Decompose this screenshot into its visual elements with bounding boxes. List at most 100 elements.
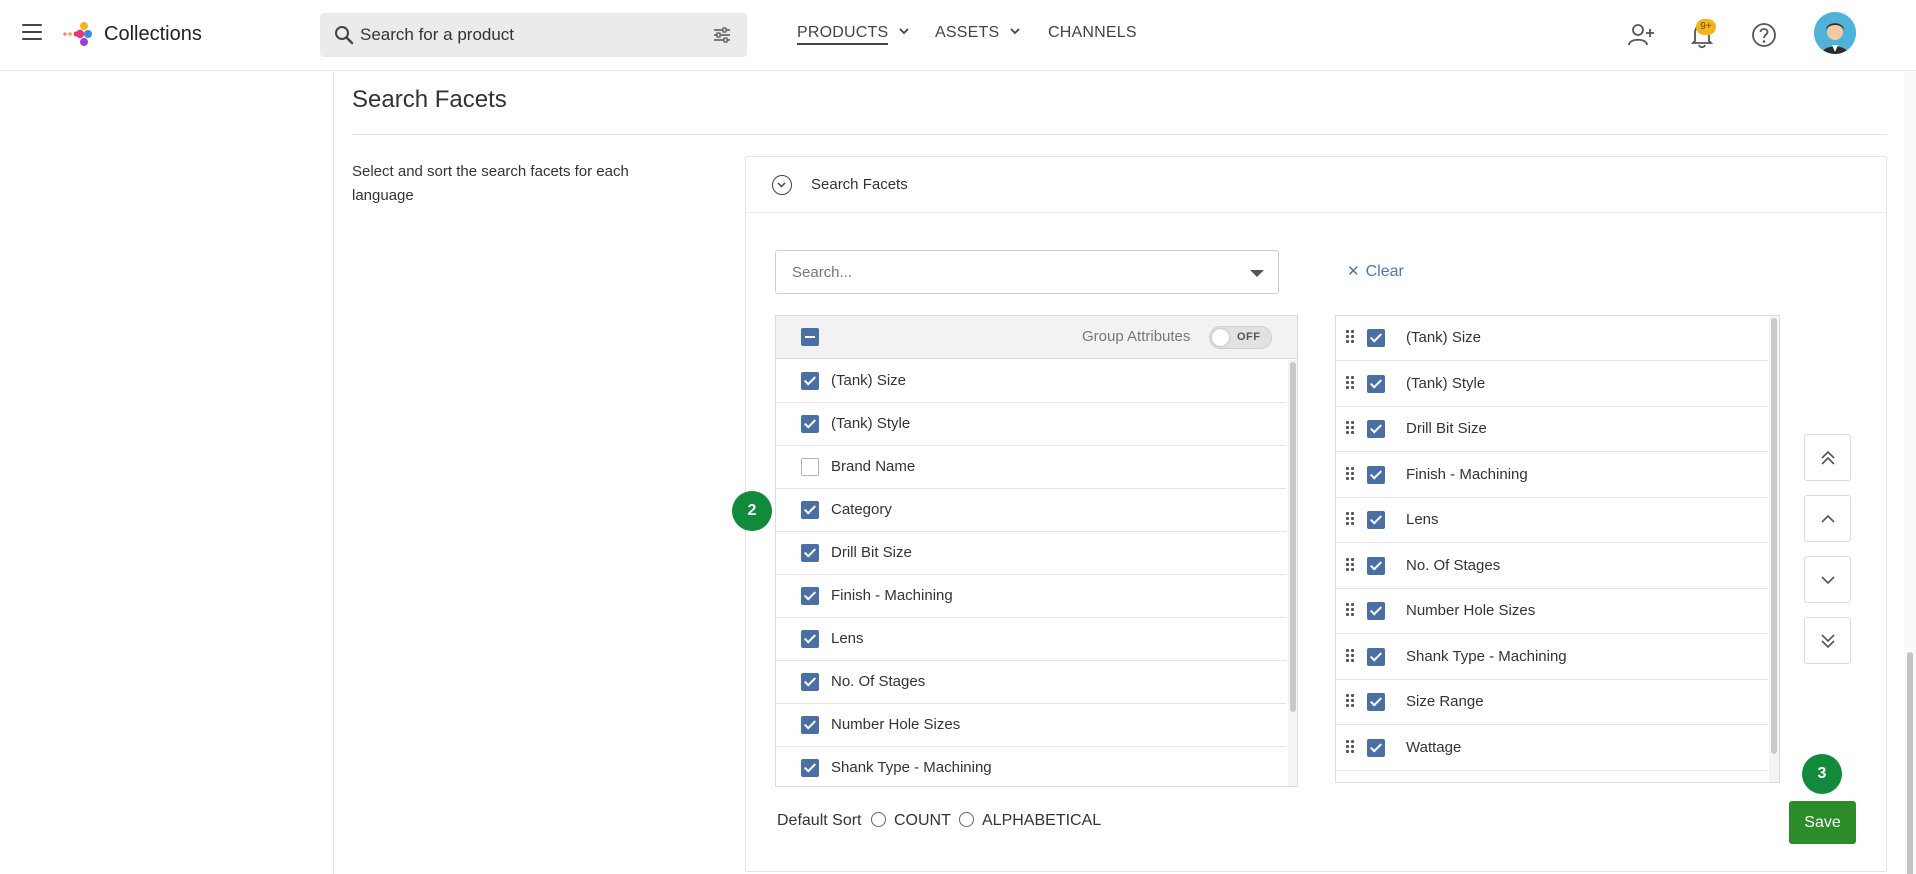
facet-row[interactable]: Category <box>776 489 1286 532</box>
move-down-button[interactable] <box>1804 556 1851 603</box>
notification-badge: 9+ <box>1696 19 1716 35</box>
facet-checkbox[interactable] <box>801 673 819 691</box>
avatar[interactable] <box>1814 12 1856 54</box>
selected-facet-checkbox[interactable] <box>1367 511 1385 529</box>
nav-channels[interactable]: CHANNELS <box>1048 24 1137 42</box>
selected-facet-checkbox[interactable] <box>1367 329 1385 347</box>
section-divider <box>352 134 1887 135</box>
facet-checkbox[interactable] <box>801 544 819 562</box>
top-bar: Collections Search for a product PRODUCT… <box>0 0 1916 71</box>
logo-icon <box>63 22 92 46</box>
selected-facet-label: Number Hole Sizes <box>1406 602 1536 619</box>
facet-row[interactable]: Finish - Machining <box>776 575 1286 618</box>
chevron-down-icon <box>899 28 909 35</box>
scrollbar-thumb[interactable] <box>1907 652 1913 874</box>
facet-search-dropdown[interactable]: Search... <box>775 250 1279 294</box>
selected-facet-row[interactable]: Drill Bit Size <box>1336 407 1768 452</box>
available-facets-scrollbar[interactable] <box>1288 360 1297 786</box>
default-sort-label: Default Sort <box>777 812 862 829</box>
facet-label: Category <box>831 501 892 518</box>
selected-facet-checkbox[interactable] <box>1367 647 1385 666</box>
collapse-chevron-icon[interactable] <box>772 175 792 195</box>
drag-handle-icon[interactable] <box>1346 512 1356 528</box>
selected-facet-row[interactable] <box>1336 771 1768 782</box>
selected-facet-row[interactable]: Wattage <box>1336 726 1768 771</box>
selected-facets-scrollbar[interactable] <box>1769 316 1779 782</box>
facet-checkbox[interactable] <box>801 501 819 519</box>
facet-label: (Tank) Style <box>831 415 911 432</box>
facet-row[interactable]: (Tank) Style <box>776 403 1286 446</box>
drag-handle-icon[interactable] <box>1346 330 1356 346</box>
help-icon[interactable] <box>1749 20 1779 50</box>
facet-checkbox[interactable] <box>801 716 819 734</box>
facet-row[interactable]: Brand Name <box>776 446 1286 489</box>
facet-checkbox[interactable] <box>801 587 819 605</box>
selected-facet-checkbox[interactable] <box>1367 465 1385 484</box>
clear-button[interactable]: ✕ Clear <box>1347 262 1404 281</box>
selected-facet-row[interactable]: Number Hole Sizes <box>1336 589 1768 634</box>
drag-handle-icon[interactable] <box>1346 466 1356 483</box>
product-search-bar[interactable]: Search for a product <box>320 13 747 57</box>
facet-label: Brand Name <box>831 458 916 475</box>
selected-facet-checkbox[interactable] <box>1367 374 1385 393</box>
facet-label: Lens <box>831 630 864 647</box>
close-icon: ✕ <box>1347 263 1360 280</box>
nav-assets[interactable]: ASSETS <box>935 24 1020 42</box>
move-to-top-button[interactable] <box>1804 434 1851 481</box>
scrollbar-thumb[interactable] <box>1771 318 1777 754</box>
sort-alphabetical-radio[interactable] <box>959 812 974 827</box>
facet-row[interactable]: Drill Bit Size <box>776 532 1286 575</box>
facet-checkbox[interactable] <box>801 458 819 476</box>
selected-facet-row[interactable]: Size Range <box>1336 680 1768 725</box>
facet-checkbox[interactable] <box>801 372 819 390</box>
menu-icon[interactable] <box>22 24 42 42</box>
select-all-checkbox[interactable] <box>801 328 819 346</box>
sort-alphabetical-label: ALPHABETICAL <box>982 812 1102 829</box>
selected-facet-checkbox[interactable] <box>1367 602 1385 620</box>
selected-facet-checkbox[interactable] <box>1367 693 1385 711</box>
drag-handle-icon[interactable] <box>1346 694 1356 710</box>
facet-row[interactable]: No. Of Stages <box>776 661 1286 704</box>
selected-facet-checkbox[interactable] <box>1367 556 1385 575</box>
facet-row[interactable]: Shank Type - Machining <box>776 747 1286 786</box>
add-user-icon[interactable] <box>1626 20 1656 50</box>
selected-facet-row[interactable]: Finish - Machining <box>1336 453 1768 498</box>
group-attributes-toggle[interactable]: OFF <box>1209 326 1272 349</box>
selected-facet-label: Finish - Machining <box>1406 465 1528 483</box>
facet-row[interactable]: (Tank) Size <box>776 360 1286 403</box>
save-button[interactable]: Save <box>1789 801 1856 844</box>
filter-icon[interactable] <box>713 27 731 43</box>
selected-facet-checkbox[interactable] <box>1367 420 1385 438</box>
facet-checkbox[interactable] <box>801 630 819 648</box>
facet-label: Number Hole Sizes <box>831 716 961 733</box>
search-input[interactable]: Search for a product <box>360 25 514 45</box>
facet-label: Shank Type - Machining <box>831 759 992 776</box>
selected-facet-row[interactable]: Shank Type - Machining <box>1336 635 1768 680</box>
drag-handle-icon[interactable] <box>1346 603 1356 619</box>
facet-row[interactable]: Number Hole Sizes <box>776 704 1286 747</box>
page-scrollbar[interactable] <box>1904 72 1916 874</box>
nav-products[interactable]: PRODUCTS <box>797 24 909 45</box>
section-title: Search Facets <box>352 86 507 113</box>
selected-facet-row[interactable]: No. Of Stages <box>1336 544 1768 589</box>
step-badge-3: 3 <box>1802 754 1842 794</box>
scrollbar-thumb[interactable] <box>1290 362 1296 712</box>
move-to-bottom-button[interactable] <box>1804 617 1851 664</box>
selected-facet-row[interactable]: Lens <box>1336 498 1768 543</box>
nav-products-label: PRODUCTS <box>797 24 889 45</box>
selected-facet-label: (Tank) Style <box>1406 374 1486 392</box>
selected-facet-row[interactable]: (Tank) Size <box>1336 316 1768 361</box>
facet-checkbox[interactable] <box>801 759 819 777</box>
facet-checkbox[interactable] <box>801 415 819 433</box>
facet-search-placeholder: Search... <box>792 264 853 281</box>
drag-handle-icon[interactable] <box>1346 648 1356 665</box>
facet-row[interactable]: Lens <box>776 618 1286 661</box>
drag-handle-icon[interactable] <box>1346 421 1356 437</box>
selected-facet-row[interactable]: (Tank) Style <box>1336 362 1768 407</box>
drag-handle-icon[interactable] <box>1346 739 1356 756</box>
sort-count-radio[interactable] <box>871 812 886 827</box>
selected-facet-checkbox[interactable] <box>1367 738 1385 757</box>
drag-handle-icon[interactable] <box>1346 557 1356 574</box>
move-up-button[interactable] <box>1804 495 1851 542</box>
drag-handle-icon[interactable] <box>1346 375 1356 392</box>
